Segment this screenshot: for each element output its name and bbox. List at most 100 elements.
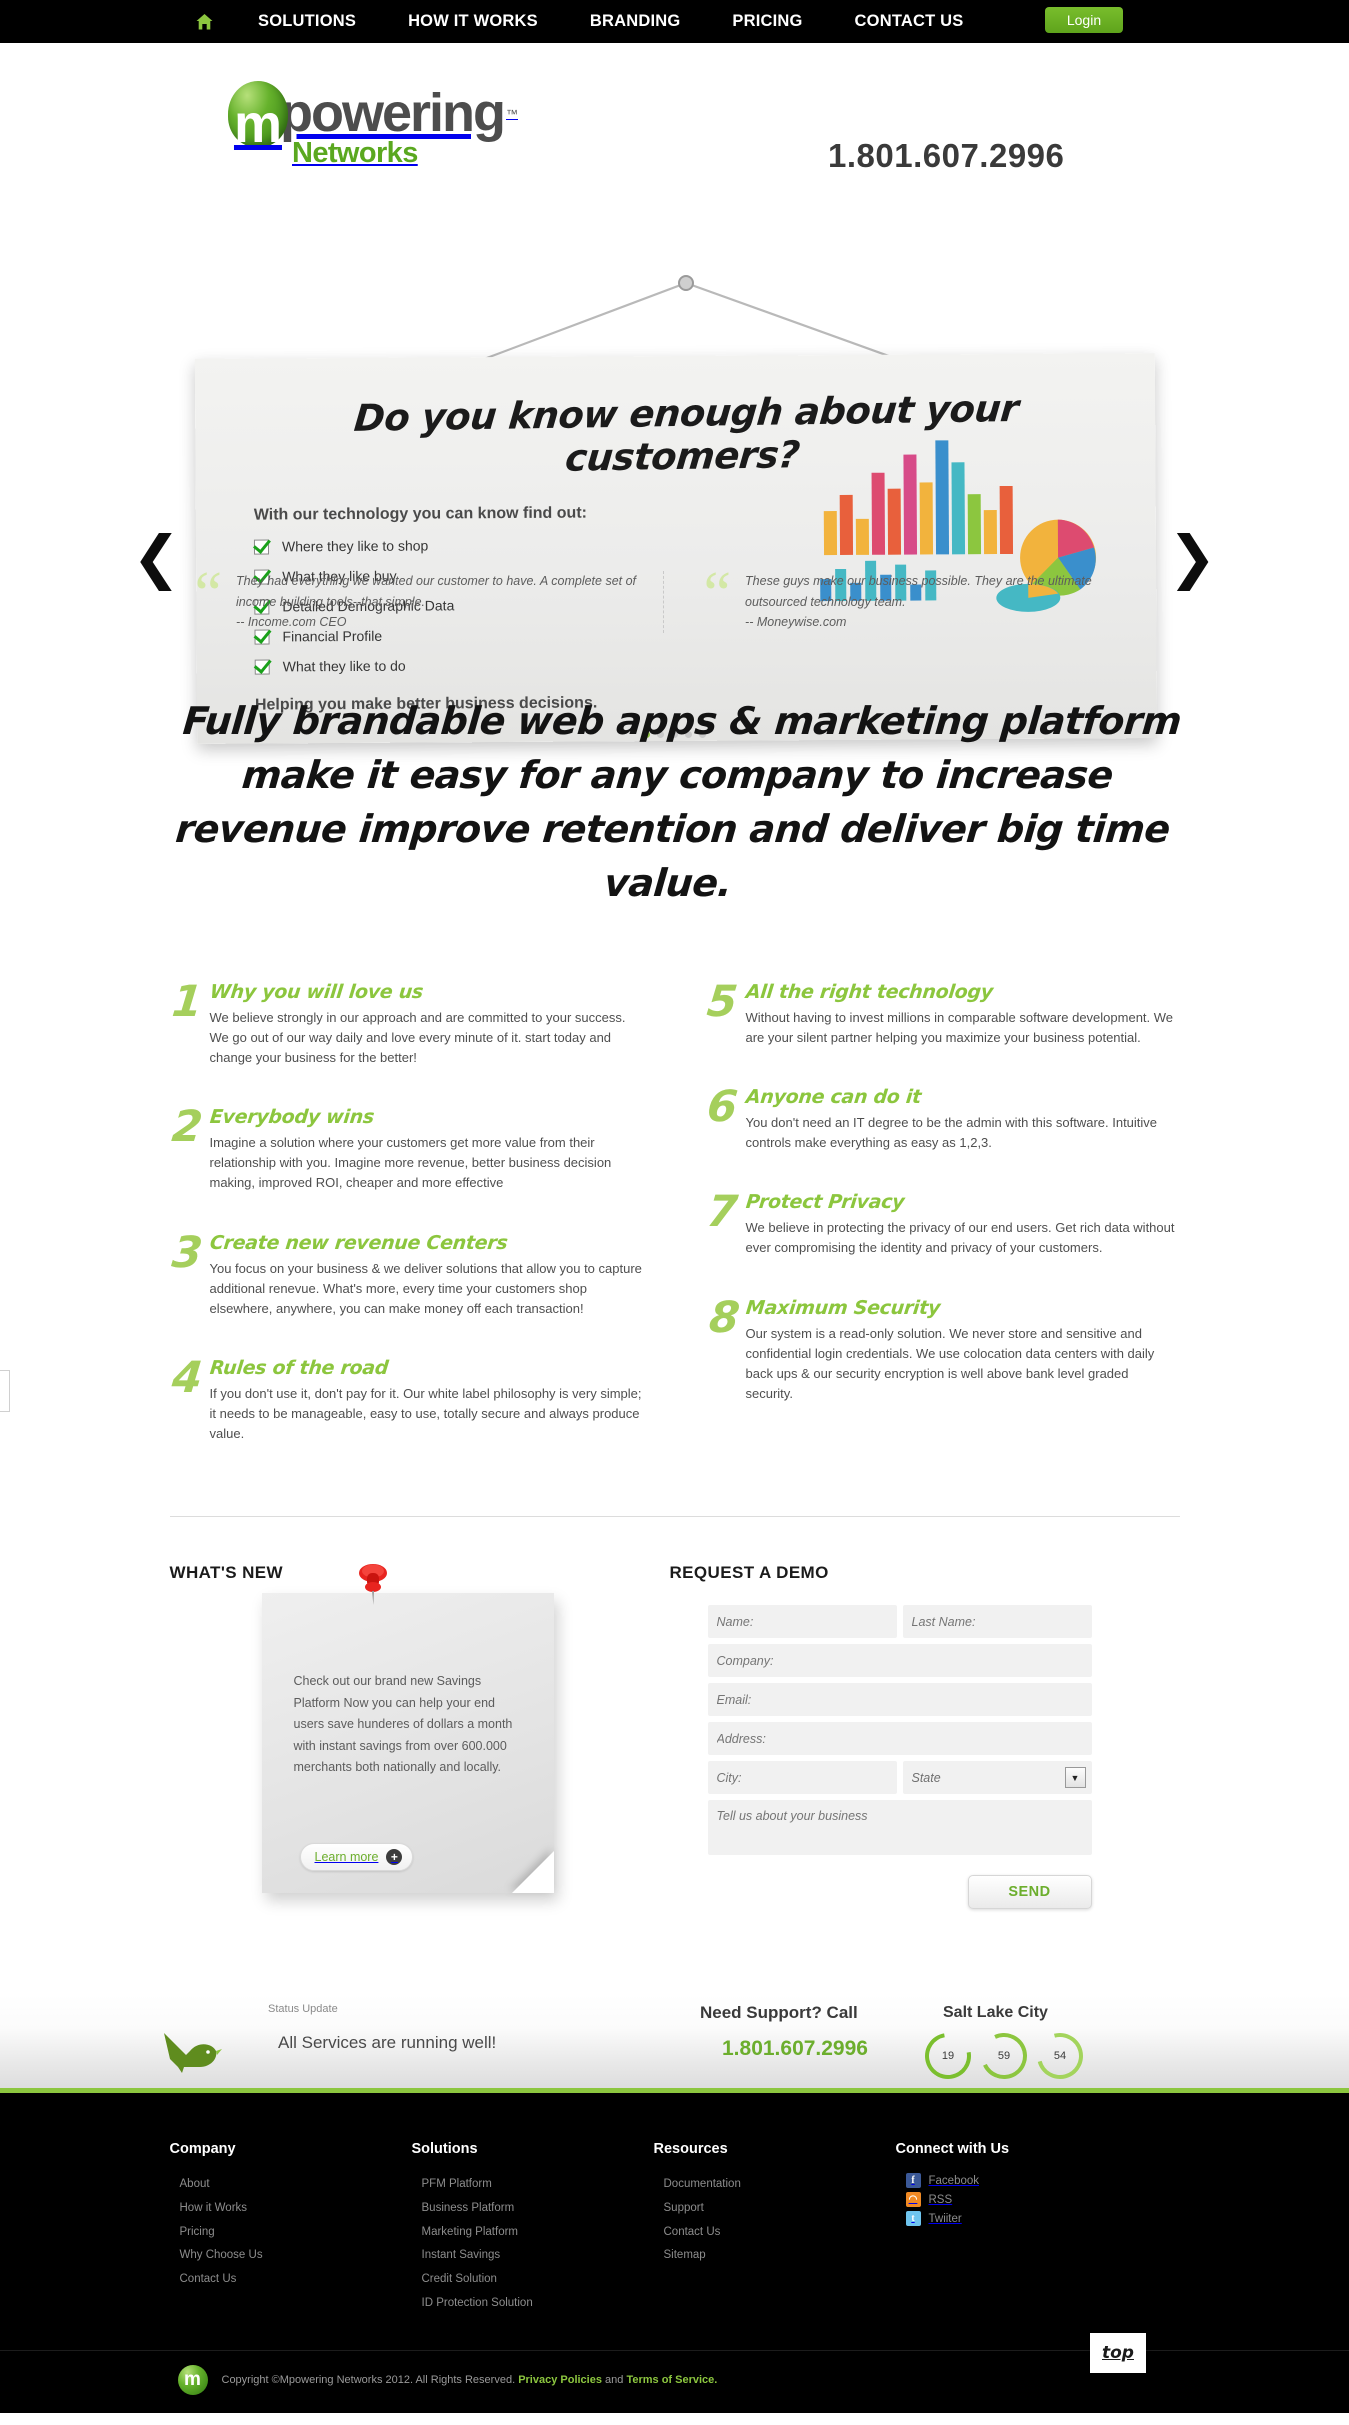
chevron-down-icon[interactable]: ▼	[1064, 1767, 1086, 1789]
city-input[interactable]	[707, 1761, 897, 1795]
learn-more-button[interactable]: Learn more +	[299, 1843, 414, 1872]
status-message: All Services are running well!	[278, 2033, 497, 2053]
login-button[interactable]: Login	[1045, 7, 1123, 33]
feature-text: Imagine a solution where your customers …	[209, 1135, 612, 1191]
feature-item: 3 Create new revenue Centers You focus o…	[169, 1228, 644, 1319]
support-label: Need Support? Call	[700, 2003, 858, 2023]
nav-item-branding[interactable]: BRANDING	[590, 12, 681, 31]
whats-new-heading: WHAT'S NEW	[169, 1563, 283, 1583]
terms-of-service-link[interactable]: Terms of Service.	[626, 2374, 717, 2386]
feature-text: Without having to invest millions in com…	[745, 1009, 1174, 1045]
footer-link[interactable]: PFM Platform	[412, 2173, 654, 2197]
last-name-input[interactable]	[902, 1605, 1092, 1639]
feature-number: 3	[169, 1227, 205, 1278]
footer-column-resources: Resources Documentation Support Contact …	[654, 2141, 896, 2315]
left-edge-tab[interactable]	[0, 1370, 10, 1412]
logo-trademark: ™	[506, 107, 518, 121]
feature-title: Anyone can do it	[744, 1085, 922, 1108]
feature-number: 6	[704, 1081, 740, 1132]
feature-number: 5	[704, 976, 740, 1027]
footer-logo: m	[177, 2364, 208, 2395]
footer-link[interactable]: Pricing	[170, 2221, 412, 2245]
conjunction-label: and	[605, 2373, 624, 2386]
nav-item-pricing[interactable]: PRICING	[732, 12, 802, 31]
feature-number: 2	[169, 1102, 205, 1153]
feature-text: Our system is a read-only solution. We n…	[745, 1325, 1155, 1401]
footer-column-social: Connect with Us f Facebook ◠ RSS t Twiit…	[896, 2141, 1178, 2315]
footer-link[interactable]: Sitemap	[654, 2244, 896, 2268]
testimonials-row: “ They had everything we wanted our cust…	[175, 553, 1175, 633]
whats-new-panel: WHAT'S NEW Check out our brand new Savin…	[170, 1563, 660, 1909]
support-phone-number: 1.801.607.2996	[722, 2037, 868, 2061]
demo-form: State ▼ SEND	[707, 1605, 1092, 1910]
footer-link[interactable]: Support	[654, 2197, 896, 2221]
footer-link[interactable]: Documentation	[654, 2173, 896, 2197]
feature-item: 5 All the right technology Without havin…	[704, 977, 1180, 1048]
feature-text: If you don't use it, don't pay for it. O…	[209, 1385, 642, 1442]
hero-board: Do you know enough about your customers?…	[194, 353, 1158, 744]
status-strip: Status Update All Services are running w…	[0, 1995, 1349, 2094]
state-select[interactable]: State	[902, 1761, 1092, 1795]
footer-link[interactable]: ID Protection Solution	[412, 2292, 654, 2316]
footer-column-title: Company	[169, 2141, 236, 2158]
feature-text: You focus on your business & we deliver …	[209, 1260, 642, 1316]
email-input[interactable]	[707, 1683, 1092, 1717]
feature-title: Create new revenue Centers	[208, 1231, 509, 1254]
footer-column-solutions: Solutions PFM Platform Business Platform…	[412, 2141, 654, 2315]
carousel-next-arrow[interactable]: ❯	[1168, 528, 1217, 586]
page-headline: Fully brandable web apps & marketing pla…	[173, 698, 1183, 905]
send-button[interactable]: SEND	[967, 1875, 1092, 1910]
nav-item-contact-us[interactable]: CONTACT US	[855, 12, 964, 31]
privacy-policies-link[interactable]: Privacy Policies	[518, 2374, 602, 2386]
company-input[interactable]	[707, 1644, 1092, 1678]
note-page-curl	[511, 1851, 554, 1894]
message-textarea[interactable]	[707, 1800, 1092, 1856]
feature-item: 1 Why you will love us We believe strong…	[169, 977, 644, 1068]
quote-icon: “	[194, 560, 223, 628]
testimonial: “ These guys make our business possible.…	[662, 560, 1133, 633]
footer-link[interactable]: Business Platform	[412, 2197, 654, 2221]
testimonial: “ They had everything we wanted our cust…	[175, 560, 645, 633]
feature-item: 8 Maximum Security Our system is a read-…	[706, 1293, 1180, 1405]
testimonial-text: These guys make our business possible. T…	[745, 574, 1092, 609]
feature-title: Rules of the road	[208, 1356, 389, 1379]
learn-more-label: Learn more	[314, 1850, 379, 1865]
social-link-twitter[interactable]: t Twiiter	[896, 2211, 1178, 2227]
nav-item-solutions[interactable]: SOLUTIONS	[258, 12, 356, 31]
check-icon	[253, 538, 270, 555]
footer-link[interactable]: About	[170, 2173, 412, 2197]
social-link-rss[interactable]: ◠ RSS	[896, 2192, 1178, 2208]
top-navigation-bar: SOLUTIONS HOW IT WORKS BRANDING PRICING …	[0, 0, 1349, 43]
footer-link[interactable]: Instant Savings	[412, 2244, 654, 2268]
back-to-top-button[interactable]: top	[1090, 2332, 1146, 2373]
footer-link[interactable]: How it Works	[170, 2197, 412, 2221]
feature-text: We believe strongly in our approach and …	[209, 1009, 626, 1065]
clock-group: 19 59 54	[915, 2024, 1092, 2089]
feature-title: All the right technology	[744, 980, 994, 1003]
clock-minutes: 59	[974, 2026, 1034, 2086]
footer-link[interactable]: Contact Us	[654, 2221, 896, 2245]
city-label: Salt Lake City	[943, 2004, 1048, 2022]
social-label: Facebook	[928, 2174, 980, 2187]
features-column-left: 1 Why you will love us We believe strong…	[169, 977, 644, 1483]
first-name-input[interactable]	[707, 1605, 897, 1639]
footer-link[interactable]: Credit Solution	[412, 2268, 654, 2292]
status-update-label: Status Update	[268, 2003, 338, 2016]
footer-link[interactable]: Contact Us	[170, 2268, 412, 2292]
logo-bar: powering ™ Networks 1.801.607.2996	[0, 43, 1349, 174]
whats-new-note: Check out our brand new Savings Platform…	[261, 1564, 554, 1894]
address-input[interactable]	[707, 1722, 1092, 1756]
feature-item: 6 Anyone can do it You don't need an IT …	[704, 1082, 1180, 1153]
home-icon	[196, 13, 213, 30]
nav-item-how-it-works[interactable]: HOW IT WORKS	[408, 12, 538, 31]
footer-link[interactable]: Marketing Platform	[412, 2221, 654, 2245]
hanging-wire-graphic	[408, 275, 957, 383]
quote-icon: “	[703, 560, 732, 628]
carousel-prev-arrow[interactable]: ❮	[132, 528, 181, 586]
feature-text: We believe in protecting the privacy of …	[745, 1220, 1175, 1256]
rss-icon: ◠	[905, 2192, 921, 2208]
plus-icon: +	[386, 1849, 403, 1866]
nav-home-link[interactable]	[196, 13, 213, 30]
social-link-facebook[interactable]: f Facebook	[896, 2173, 1178, 2189]
footer-link[interactable]: Why Choose Us	[170, 2244, 412, 2268]
